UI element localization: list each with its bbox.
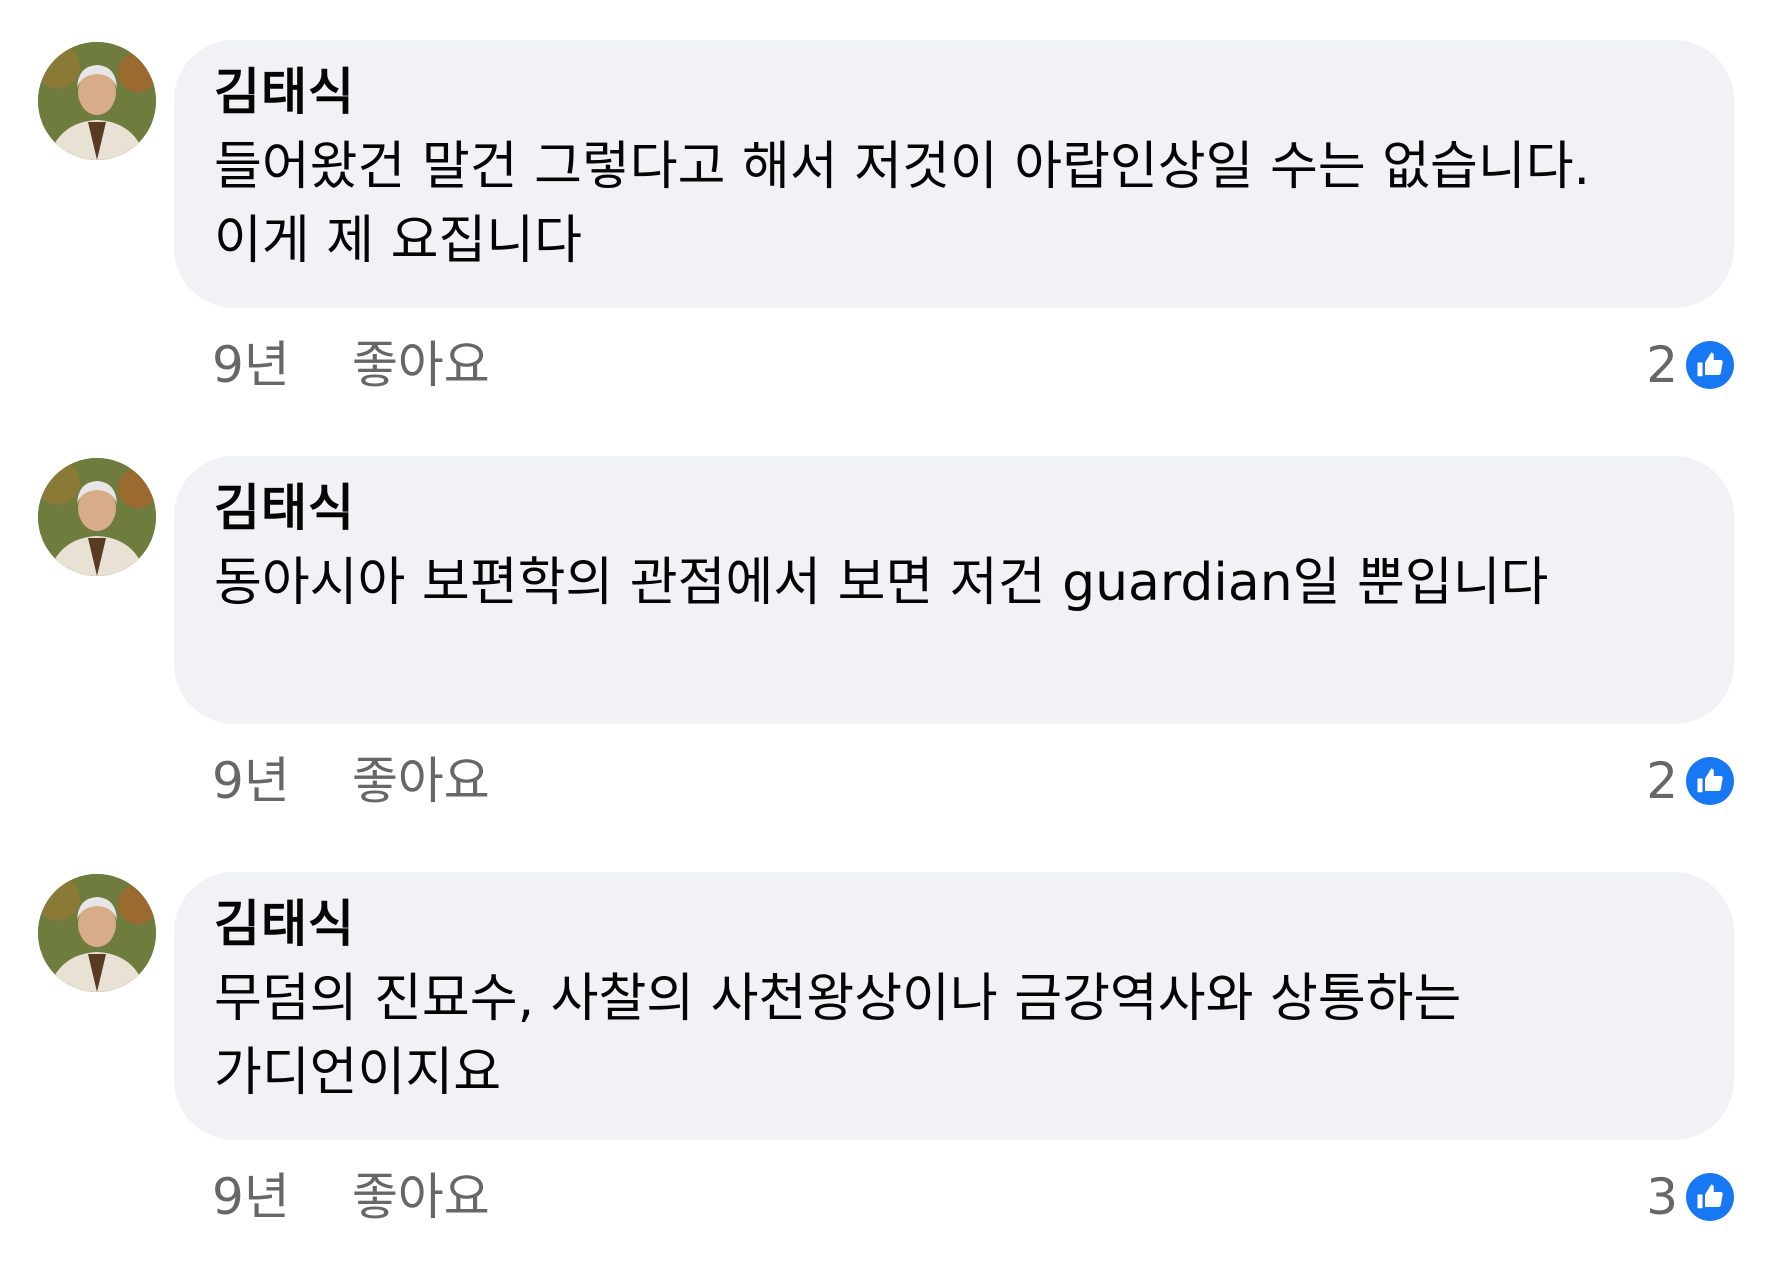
avatar[interactable]: [38, 458, 156, 576]
comment-author[interactable]: 김태식: [214, 892, 1694, 956]
comment-actions: 9년 좋아요: [212, 330, 490, 400]
comment-text: 들어왔건 말건 그렇다고 해서 저것이 아랍인상일 수는 없습니다. 이게 제 …: [214, 137, 1591, 271]
avatar-image: [38, 458, 156, 576]
reaction-count: 2: [1646, 752, 1678, 810]
comment-text: 무덤의 진묘수, 사찰의 사천왕상이나 금강역사와 상통하는 가디언이지요: [214, 969, 1462, 1103]
thumbs-up-icon: [1686, 341, 1734, 389]
comment-item: 김태식 동아시아 보편학의 관점에서 보면 저건 guardian일 뿐입니다 …: [0, 456, 1768, 836]
comment-item: 김태식 무덤의 진묘수, 사찰의 사천왕상이나 금강역사와 상통하는 가디언이지…: [0, 872, 1768, 1252]
like-button[interactable]: 좋아요: [352, 746, 490, 816]
comment-author[interactable]: 김태식: [214, 476, 1694, 540]
reaction-summary[interactable]: 2: [1646, 330, 1734, 400]
comment-timestamp[interactable]: 9년: [212, 746, 290, 816]
avatar-image: [38, 42, 156, 160]
comment-bubble: 김태식 들어왔건 말건 그렇다고 해서 저것이 아랍인상일 수는 없습니다. 이…: [174, 40, 1734, 308]
reaction-summary[interactable]: 3: [1646, 1162, 1734, 1232]
comment-timestamp[interactable]: 9년: [212, 330, 290, 400]
like-button[interactable]: 좋아요: [352, 1162, 490, 1232]
avatar[interactable]: [38, 42, 156, 160]
like-button[interactable]: 좋아요: [352, 330, 490, 400]
avatar-image: [38, 874, 156, 992]
thumbs-up-icon: [1686, 1173, 1734, 1221]
reaction-count: 2: [1646, 336, 1678, 394]
comment-actions: 9년 좋아요: [212, 1162, 490, 1232]
comment-actions: 9년 좋아요: [212, 746, 490, 816]
comment-item: 김태식 들어왔건 말건 그렇다고 해서 저것이 아랍인상일 수는 없습니다. 이…: [0, 40, 1768, 420]
avatar[interactable]: [38, 874, 156, 992]
comment-timestamp[interactable]: 9년: [212, 1162, 290, 1232]
comment-bubble: 김태식 무덤의 진묘수, 사찰의 사천왕상이나 금강역사와 상통하는 가디언이지…: [174, 872, 1734, 1140]
comment-text: 동아시아 보편학의 관점에서 보면 저건 guardian일 뿐입니다: [214, 553, 1549, 613]
comment-bubble: 김태식 동아시아 보편학의 관점에서 보면 저건 guardian일 뿐입니다: [174, 456, 1734, 724]
comment-author[interactable]: 김태식: [214, 60, 1694, 124]
thumbs-up-icon: [1686, 757, 1734, 805]
reaction-count: 3: [1646, 1168, 1678, 1226]
reaction-summary[interactable]: 2: [1646, 746, 1734, 816]
